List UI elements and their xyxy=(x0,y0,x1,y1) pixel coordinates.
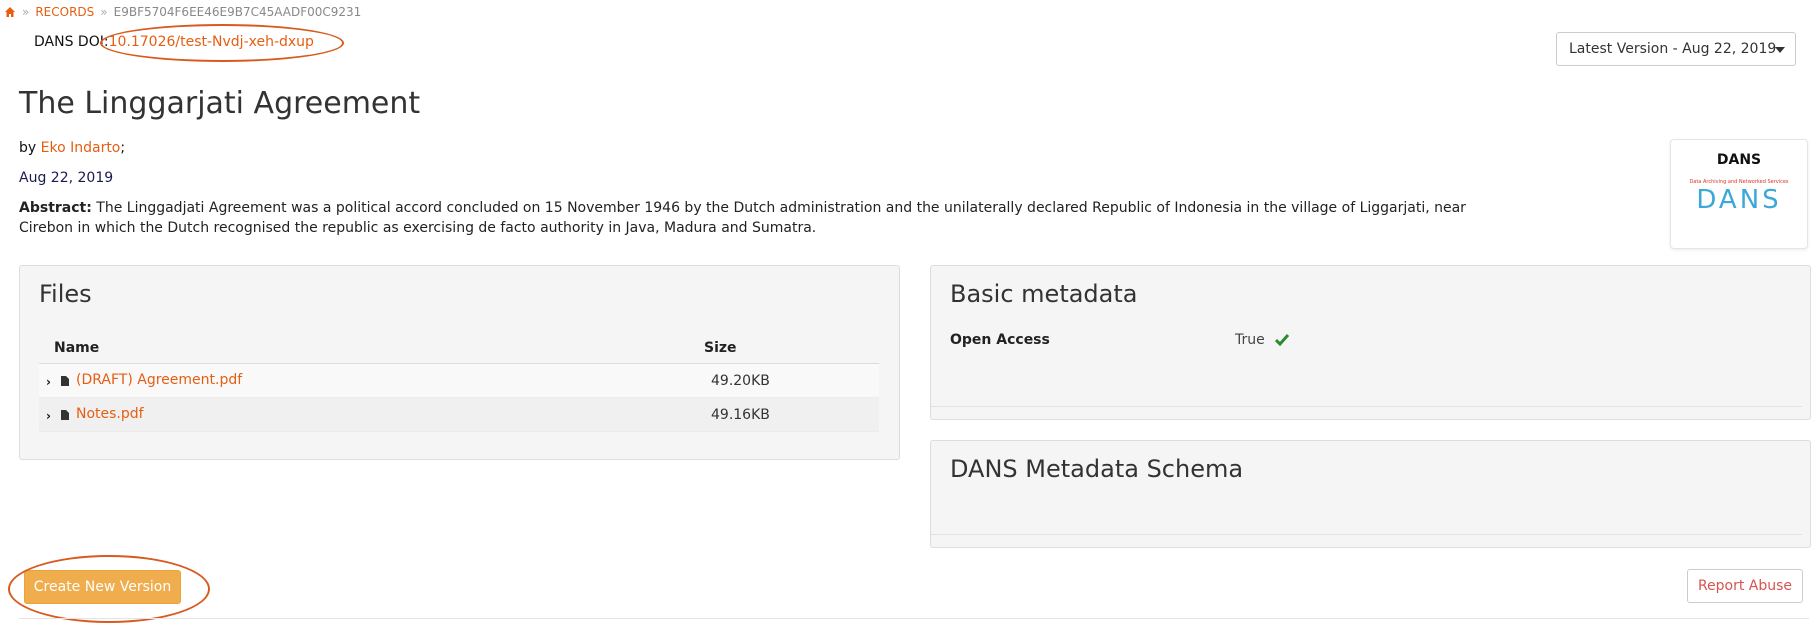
report-abuse-button[interactable]: Report Abuse xyxy=(1687,569,1803,603)
breadcrumb-separator: » xyxy=(22,5,30,19)
breadcrumb-separator: » xyxy=(100,5,108,19)
open-access-label: Open Access xyxy=(950,332,1050,348)
breadcrumb-records-link[interactable]: RECORDS xyxy=(35,5,94,19)
schema-panel: DANS Metadata Schema xyxy=(930,440,1811,548)
file-size: 49.20KB xyxy=(711,373,770,389)
files-panel: Files Name Size › (DRAFT) Agreement.pdf … xyxy=(19,265,900,460)
doi-label: DANS DOI: xyxy=(34,34,109,50)
schema-panel-title: DANS Metadata Schema xyxy=(950,455,1244,483)
table-row: › (DRAFT) Agreement.pdf 49.20KB xyxy=(39,364,879,398)
version-select-value: Latest Version - Aug 22, 2019 xyxy=(1569,41,1777,57)
chevron-right-icon[interactable]: › xyxy=(46,409,51,423)
breadcrumb: » RECORDS » E9BF5704F6EE46E9B7C45AADF00C… xyxy=(4,4,361,20)
panel-divider xyxy=(931,406,1802,407)
community-name: DANS xyxy=(1716,152,1762,168)
author-suffix: ; xyxy=(120,140,126,156)
table-row: › Notes.pdf 49.16KB xyxy=(39,398,879,432)
file-name-link[interactable]: (DRAFT) Agreement.pdf xyxy=(76,372,242,388)
version-select[interactable]: Latest Version - Aug 22, 2019 xyxy=(1556,32,1796,66)
column-header-name: Name xyxy=(54,340,100,356)
files-table-header: Name Size xyxy=(39,334,879,364)
breadcrumb-record-id: E9BF5704F6EE46E9B7C45AADF00C9231 xyxy=(113,5,362,19)
basic-metadata-panel: Basic metadata Open Access True xyxy=(930,265,1811,420)
column-header-size: Size xyxy=(704,340,737,356)
home-icon[interactable] xyxy=(4,6,16,18)
record-title: The Linggarjati Agreement xyxy=(19,86,421,121)
doi-row: DANS DOI: 10.17026/test-Nvdj-xeh-dxup xyxy=(34,34,314,50)
abstract-text: The Linggadjati Agreement was a politica… xyxy=(19,200,1466,236)
abstract: Abstract: The Linggadjati Agreement was … xyxy=(19,198,1509,238)
basic-metadata-title: Basic metadata xyxy=(950,280,1138,308)
file-name-link[interactable]: Notes.pdf xyxy=(76,406,144,422)
open-access-value: True xyxy=(1235,332,1265,348)
check-icon xyxy=(1275,334,1290,346)
logo-wordmark: DANS xyxy=(1696,185,1781,212)
author-link[interactable]: Eko Indarto xyxy=(41,140,121,156)
publication-date: Aug 22, 2019 xyxy=(19,170,114,186)
byline: by Eko Indarto; xyxy=(19,140,125,156)
files-table: Name Size › (DRAFT) Agreement.pdf 49.20K… xyxy=(39,334,879,432)
create-new-version-button[interactable]: Create New Version xyxy=(24,570,181,604)
doi-link[interactable]: 10.17026/test-Nvdj-xeh-dxup xyxy=(109,34,314,50)
community-card[interactable]: DANS Data Archiving and Networked Servic… xyxy=(1670,139,1808,249)
open-access-value-wrap: True xyxy=(1235,332,1290,348)
by-label: by xyxy=(19,140,37,156)
abstract-label: Abstract: xyxy=(19,200,92,216)
file-icon xyxy=(61,376,69,386)
chevron-right-icon[interactable]: › xyxy=(46,375,51,389)
caret-down-icon xyxy=(1775,47,1785,53)
file-icon xyxy=(61,410,69,420)
dans-logo: Data Archiving and Networked Services DA… xyxy=(1689,179,1788,215)
file-size: 49.16KB xyxy=(711,407,770,423)
files-panel-title: Files xyxy=(39,280,92,308)
bottom-divider xyxy=(19,618,1809,619)
panel-divider xyxy=(931,534,1802,535)
